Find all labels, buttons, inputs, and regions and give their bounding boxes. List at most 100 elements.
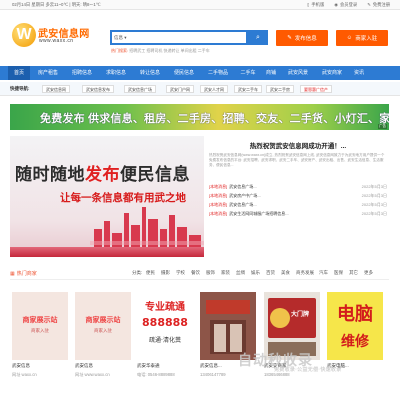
nav-housing[interactable]: 房产租售	[32, 66, 64, 80]
news-row[interactable]: [本地消息] 武安生活网同城服广场招聘信息... 2022年5月3日	[209, 210, 387, 217]
merchant-image: 商家展示站 商家入驻	[12, 292, 68, 360]
logo-emblem: W	[12, 23, 36, 47]
quick-link[interactable]: 武安门户网	[166, 85, 194, 93]
category-item[interactable]: 摄影	[161, 270, 170, 276]
category-item[interactable]: 便民	[146, 270, 155, 276]
quick-link[interactable]: 武安信息广场	[124, 85, 156, 93]
category-item[interactable]: 商务发展	[296, 270, 314, 276]
mobile-link[interactable]: ▯ 手机版	[307, 2, 324, 8]
news-row[interactable]: [本地消息] 武安房产中广场... 2022年5月3日	[209, 192, 387, 199]
nav-convenience[interactable]: 便民信息	[168, 66, 200, 80]
hot-search-label: 热门搜索:	[111, 48, 129, 53]
nav-jobs[interactable]: 招聘信息	[66, 66, 98, 80]
logo-url: www.waxx.cn	[39, 38, 74, 44]
merchant-contact: 网址 www.waxx.cn	[75, 372, 110, 377]
news-category: [本地消息]	[209, 210, 228, 216]
category-item[interactable]: 丝绸	[236, 270, 245, 276]
svg-text:888888: 888888	[142, 316, 188, 329]
category-item[interactable]: 更多	[364, 270, 373, 276]
nav-used-cars[interactable]: 二手车	[236, 66, 260, 80]
svg-text:商家展示站: 商家展示站	[86, 315, 121, 324]
nav-secondhand[interactable]: 二手物品	[202, 66, 234, 80]
watermark: 自动秒收录 免费收录·公益无偿·快速收录	[238, 350, 383, 376]
quick-link[interactable]: 武安信息网	[42, 85, 70, 93]
news-headline[interactable]: 热烈祝贺武安信息网成功开通！...	[207, 140, 389, 150]
quick-link[interactable]: 武安人才网	[200, 85, 228, 93]
news-date: 2022年5月3日	[361, 183, 387, 189]
register-link[interactable]: ✎ 免费注册	[367, 2, 390, 8]
nav-home[interactable]: 首页	[8, 66, 30, 80]
merchant-join-button[interactable]: ☺ 商家入驻	[336, 30, 388, 46]
merchant-image-graphic: 商家展示站 商家入驻	[75, 292, 131, 360]
merchant-card[interactable]: 商家展示站 商家入驻 武安信息 网址 waxx.cn	[12, 292, 68, 377]
user-icon: ◉	[334, 2, 339, 7]
ad-tag: 广告	[378, 124, 387, 129]
quick-link[interactable]: 武安信息发布	[82, 85, 114, 93]
merchant-image: 专业疏通 888888 疏通·清化粪	[137, 292, 193, 360]
quick-nav-label: 快捷导航:	[10, 86, 30, 91]
merchant-image-graphic: 商家展示站 商家入驻	[12, 292, 68, 360]
nav-transfer[interactable]: 转让信息	[134, 66, 166, 80]
phone-icon: ▯	[307, 2, 310, 7]
search-input[interactable]: 信息 ▾	[110, 30, 248, 45]
nav-resume[interactable]: 求职信息	[100, 66, 132, 80]
category-item[interactable]: 家装	[221, 270, 230, 276]
edit-icon: ✎	[287, 35, 292, 41]
edit-icon: ✎	[367, 2, 371, 7]
category-label: 分类:	[132, 270, 143, 275]
news-category: [本地消息]	[209, 192, 228, 198]
category-item[interactable]: 汽车	[319, 270, 328, 276]
merchant-name: 武安华泰通	[137, 363, 160, 368]
news-title: 武安房产中广场...	[229, 192, 261, 198]
post-info-button[interactable]: ✎ 发布信息	[276, 30, 328, 46]
category-item[interactable]: 学校	[176, 270, 185, 276]
merchant-contact: 电话: 0546-8889888	[137, 372, 175, 377]
category-item[interactable]: 其它	[349, 270, 358, 276]
hero-slide[interactable]: 随时随地发布便民信息 让每一条信息都有用武之地	[10, 136, 204, 257]
merchant-image: 商家展示站 商家入驻	[75, 292, 131, 360]
news-row[interactable]: [本地消息] 武安信息广场... 2022年5月3日	[209, 183, 387, 190]
news-row[interactable]: [本地消息] 武安信息广场... 2022年5月3日	[209, 201, 387, 208]
svg-text:电脑: 电脑	[337, 303, 373, 325]
category-item[interactable]: 餐饮	[191, 270, 200, 276]
merchant-name: 武安信息...	[200, 363, 222, 368]
nav-shops[interactable]: 商铺	[262, 66, 280, 80]
nav-merchants[interactable]: 武安商家	[316, 66, 348, 80]
nav-scenery[interactable]: 武安风景	[282, 66, 314, 80]
category-item[interactable]: 百货	[266, 270, 275, 276]
user-icon: ☺	[346, 35, 353, 41]
merchant-category-bar: ▦ 热门商家 分类: 便民 摄影 学校 餐饮 服饰 家装 丝绸 娱乐 百货 美食 …	[10, 268, 389, 280]
slide-footer-band	[10, 247, 204, 257]
search-category-select[interactable]: 信息 ▾	[114, 35, 127, 41]
svg-text:疏通·清化粪: 疏通·清化粪	[149, 336, 181, 344]
date-weather: 02月14日 星期日 多云11~0℃ | 明天: 晴8~-1℃	[12, 2, 101, 8]
quick-link[interactable]: 武安二手车	[234, 85, 262, 93]
login-link[interactable]: ◉ 会员登录	[334, 2, 357, 8]
news-category: [本地消息]	[209, 183, 228, 189]
category-item[interactable]: 医保	[334, 270, 343, 276]
watermark-subtext: 免费收录·公益无偿·快速收录	[274, 367, 342, 373]
main-nav: 首页 房产租售 招聘信息 求职信息 转让信息 便民信息 二手物品 二手车 商铺 …	[0, 66, 400, 80]
news-date: 2022年5月3日	[361, 192, 387, 198]
nav-news[interactable]: 资讯	[350, 66, 368, 80]
news-title: 武安信息广场...	[229, 183, 257, 189]
merchant-card[interactable]: 商家展示站 商家入驻 武安信息 网址 www.waxx.cn	[75, 292, 131, 377]
top-links: ▯ 手机版 ◉ 会员登录 ✎ 免费注册	[307, 2, 390, 8]
site-logo[interactable]: W 武安信息网 www.waxx.cn	[12, 19, 92, 49]
svg-text:大门牌: 大门牌	[291, 310, 309, 318]
news-description: 热烈祝贺武安信息网(www.waxx.cn)成立, 热烈祝贺武安信息网上线, 武…	[209, 153, 385, 168]
news-date: 2022年5月3日	[361, 201, 387, 207]
category-item[interactable]: 美食	[281, 270, 290, 276]
quick-link[interactable]: 要恩惠广信产	[300, 85, 332, 93]
category-item[interactable]: 服饰	[206, 270, 215, 276]
quick-link[interactable]: 武安二手房	[266, 85, 294, 93]
news-category: [本地消息]	[209, 201, 228, 207]
top-bar: 02月14日 星期日 多云11~0℃ | 明天: 晴8~-1℃ ▯ 手机版 ◉ 会员…	[0, 0, 400, 10]
hot-search-items[interactable]: 招聘武工 招聘司机 快递转让 单间出租 二手车	[129, 48, 209, 53]
category-item[interactable]: 娱乐	[251, 270, 260, 276]
merchant-card[interactable]: 专业疏通 888888 疏通·清化粪 武安华泰通 电话: 0546-888988…	[137, 292, 193, 377]
search-button[interactable]: ⌕	[248, 30, 268, 45]
ad-banner[interactable]: 免费发布 供求信息、租房、二手房、招聘、交友、二手货、小灯汇、家政 等生活分类信…	[10, 104, 389, 130]
quick-nav: 快捷导航: 武安信息网 武安信息发布 武安信息广场 武安门户网 武安人才网 武安…	[0, 82, 400, 96]
merchant-name: 武安信息	[12, 363, 30, 368]
